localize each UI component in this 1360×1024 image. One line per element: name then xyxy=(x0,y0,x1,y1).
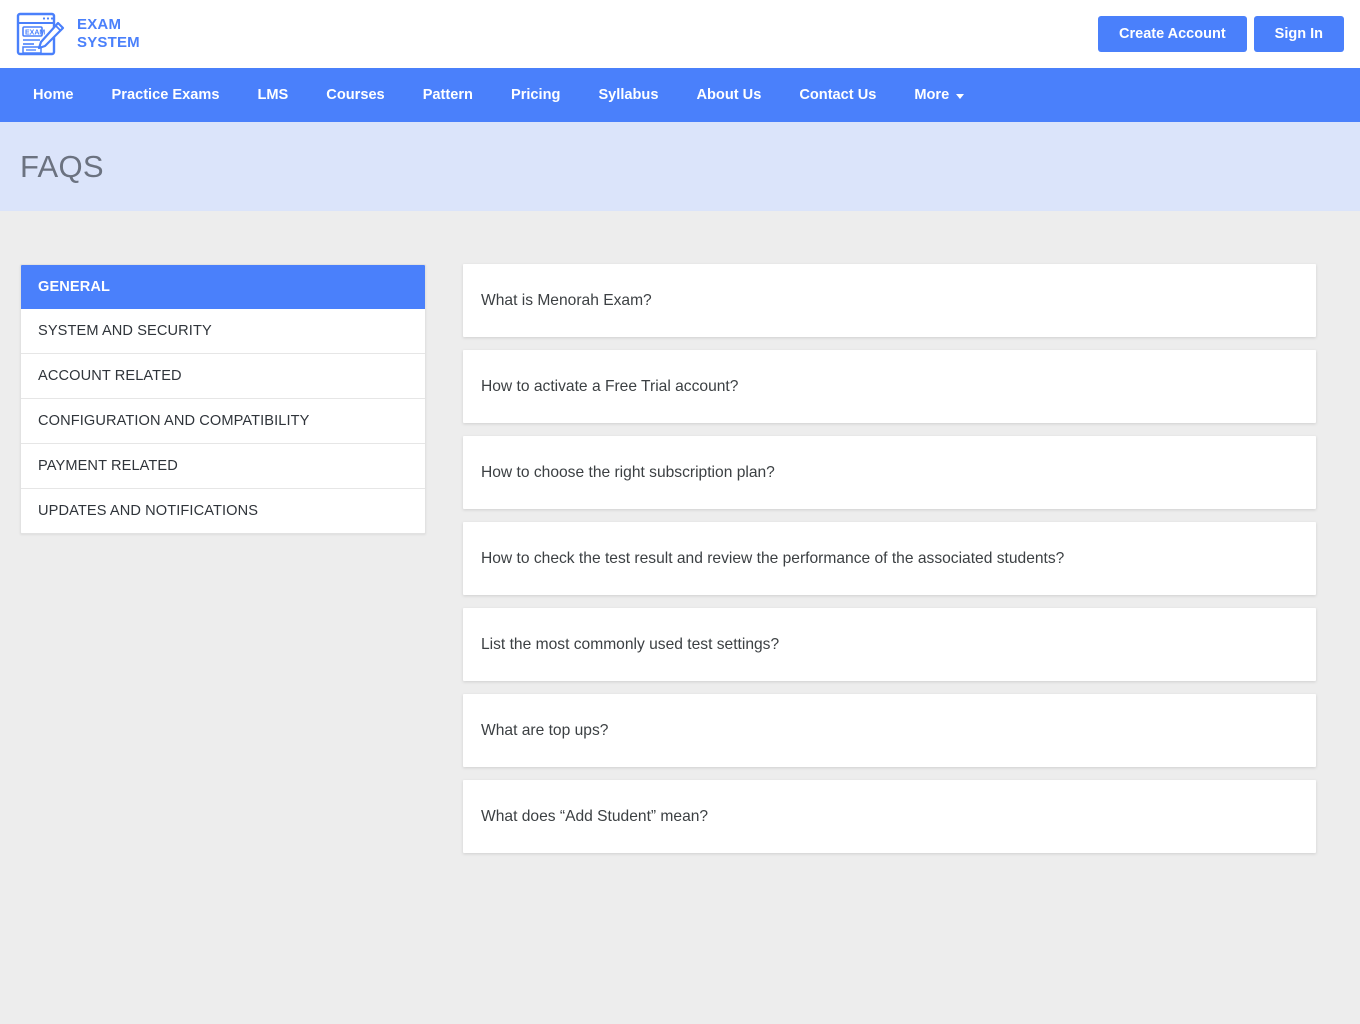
sidebar-item-updates-and-notifications[interactable]: UPDATES AND NOTIFICATIONS xyxy=(21,489,425,533)
nav-item-label: Pattern xyxy=(422,87,473,103)
brand-line-2: SYSTEM xyxy=(77,34,140,51)
faq-question-card[interactable]: List the most commonly used test setting… xyxy=(463,608,1316,681)
sidebar-item-account-related[interactable]: ACCOUNT RELATED xyxy=(21,354,425,399)
nav-item-label: Pricing xyxy=(510,87,561,103)
brand-logo-link[interactable]: EXAM EXAM SYSTEM xyxy=(14,10,140,58)
nav-item-label: Contact Us xyxy=(799,87,877,103)
faq-question-card[interactable]: How to choose the right subscription pla… xyxy=(463,436,1316,509)
faq-question-card[interactable]: What is Menorah Exam? xyxy=(463,264,1316,337)
main-navigation: Home Practice Exams LMS Courses Pattern Prici… xyxy=(0,68,1360,122)
nav-item-label: Practice Exams xyxy=(111,87,220,103)
sidebar-item-general[interactable]: GENERAL xyxy=(21,265,425,309)
nav-item-home[interactable]: Home xyxy=(14,68,93,122)
nav-item-contact-us[interactable]: Contact Us xyxy=(780,68,895,122)
page-title-banner: FAQS xyxy=(0,122,1360,211)
main-content: GENERAL SYSTEM AND SECURITY ACCOUNT RELATE… xyxy=(0,211,1360,853)
faq-question-text: How to activate a Free Trial account? xyxy=(481,377,739,395)
nav-item-syllabus[interactable]: Syllabus xyxy=(579,68,677,122)
nav-item-pattern[interactable]: Pattern xyxy=(404,68,492,122)
nav-item-label: About Us xyxy=(696,87,762,103)
nav-item-courses[interactable]: Courses xyxy=(307,68,403,122)
nav-item-pricing[interactable]: Pricing xyxy=(492,68,579,122)
sidebar-item-label: GENERAL xyxy=(38,279,111,295)
chevron-down-icon xyxy=(956,93,965,99)
sidebar-item-label: SYSTEM AND SECURITY xyxy=(38,323,212,339)
brand-line-1: EXAM xyxy=(77,16,122,33)
sidebar-item-label: ACCOUNT RELATED xyxy=(38,368,182,384)
svg-text:EXAM: EXAM xyxy=(25,29,45,36)
faq-question-text: List the most commonly used test setting… xyxy=(481,635,780,653)
nav-item-label: Courses xyxy=(326,87,385,103)
faq-question-card[interactable]: What are top ups? xyxy=(463,694,1316,767)
nav-item-label: Home xyxy=(33,87,74,103)
faq-question-text: How to check the test result and review … xyxy=(481,549,1065,567)
sidebar-item-configuration-and-compatibility[interactable]: CONFIGURATION AND COMPATIBILITY xyxy=(21,399,425,444)
faq-question-card[interactable]: How to activate a Free Trial account? xyxy=(463,350,1316,423)
nav-item-label: Syllabus xyxy=(598,87,659,103)
page-title: FAQS xyxy=(20,148,104,184)
sidebar-item-label: CONFIGURATION AND COMPATIBILITY xyxy=(38,413,310,429)
faq-question-card[interactable]: What does “Add Student” mean? xyxy=(463,780,1316,853)
nav-item-more[interactable]: More xyxy=(895,68,983,122)
sign-in-button[interactable]: Sign In xyxy=(1253,15,1344,53)
faq-question-text: What are top ups? xyxy=(481,721,609,739)
brand-name: EXAM SYSTEM xyxy=(77,16,140,52)
sidebar-item-payment-related[interactable]: PAYMENT RELATED xyxy=(21,444,425,489)
create-account-button[interactable]: Create Account xyxy=(1098,15,1247,53)
faq-question-card[interactable]: How to check the test result and review … xyxy=(463,522,1316,595)
faq-question-text: What does “Add Student” mean? xyxy=(481,807,709,825)
header-actions: Create Account Sign In xyxy=(1098,15,1344,53)
sidebar-item-system-and-security[interactable]: SYSTEM AND SECURITY xyxy=(21,309,425,354)
faq-category-sidebar: GENERAL SYSTEM AND SECURITY ACCOUNT RELATE… xyxy=(20,264,426,534)
nav-item-label: LMS xyxy=(257,87,289,103)
sidebar-item-label: UPDATES AND NOTIFICATIONS xyxy=(38,503,259,519)
nav-item-lms[interactable]: LMS xyxy=(238,68,307,122)
faq-question-text: What is Menorah Exam? xyxy=(481,291,652,309)
exam-document-pencil-icon: EXAM xyxy=(16,12,65,56)
faq-question-text: How to choose the right subscription pla… xyxy=(481,463,775,481)
sidebar-item-label: PAYMENT RELATED xyxy=(38,458,178,474)
faq-question-list: What is Menorah Exam? How to activate a F… xyxy=(463,264,1316,853)
nav-item-practice-exams[interactable]: Practice Exams xyxy=(93,68,239,122)
nav-item-about-us[interactable]: About Us xyxy=(677,68,780,122)
nav-item-label: More xyxy=(914,87,950,103)
site-header: EXAM EXAM SYSTEM Create Account Sign In xyxy=(0,0,1360,68)
